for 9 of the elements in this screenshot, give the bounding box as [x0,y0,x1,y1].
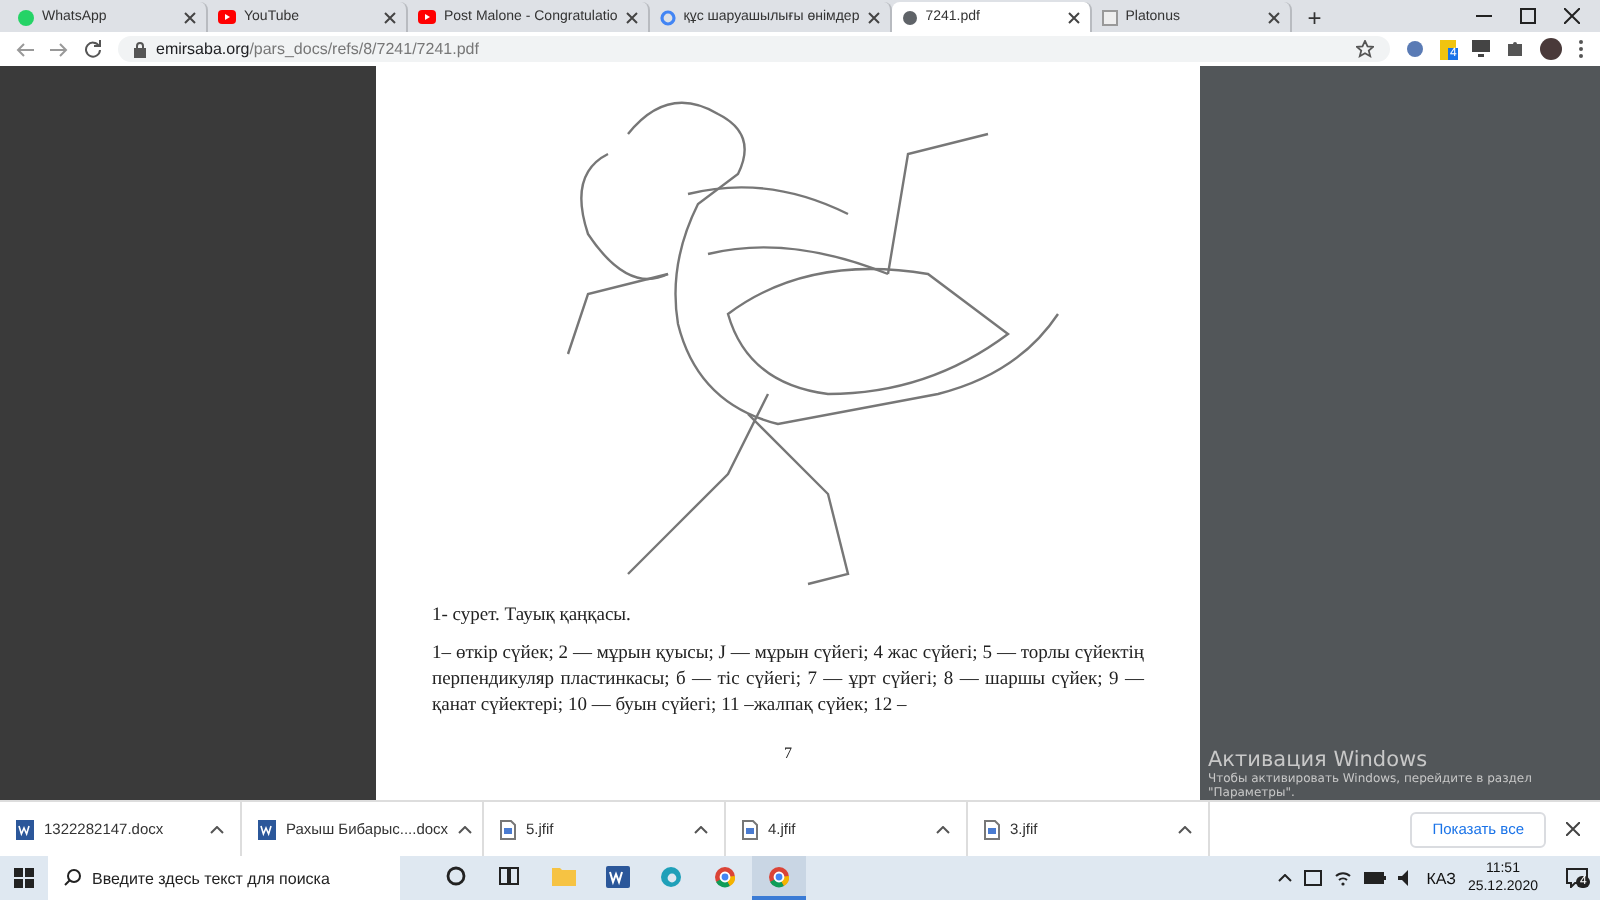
address-field[interactable]: emirsaba.org/pars_docs/refs/8/7241/7241.pdf [118,36,1390,62]
page-number: 7 [784,744,792,762]
figure-legend: 1– өткір сүйек; 2 — мұрын қуысы; J — мұрын сүйегі; 4 жас сүйегі; 5 — торлы сүйектің перпендикуляр пластинкасы; б — тіс сүйегі; 7 — ұрт сүйегі; 8 — шаршы сүйек; 9 — қанат сүйектері; 10 — буын сүйегі; 11 –жалпақ сүйек; 12 – [432,642,1144,720]
activation-title: Активация Windows [1208,748,1430,772]
figure-caption: 1- сурет. Тауық қаңқасы. [432,606,631,626]
taskbar-search-field[interactable]: Введите здесь текст для поиска [48,856,400,900]
language-indicator[interactable]: КАЗ [1426,869,1456,887]
url-text: emirsaba.org/pars_docs/refs/8/7241/7241.pdf [156,40,479,58]
new-tab-button[interactable]: + [1291,4,1338,32]
